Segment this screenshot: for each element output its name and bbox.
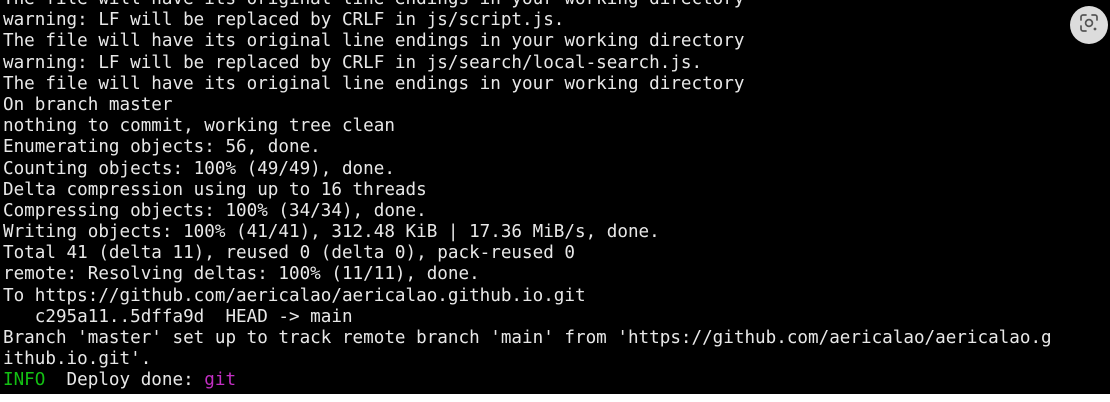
terminal-line: Total 41 (delta 11), reused 0 (delta 0),… bbox=[3, 243, 575, 264]
terminal-line: Compressing objects: 100% (34/34), done. bbox=[3, 200, 427, 221]
terminal-line: Counting objects: 100% (49/49), done. bbox=[3, 158, 395, 179]
terminal-line: warning: LF will be replaced by CRLF in … bbox=[3, 10, 565, 31]
terminal-output: The file will have its original line end… bbox=[3, 0, 1110, 392]
terminal-line: Enumerating objects: 56, done. bbox=[3, 137, 321, 158]
terminal-line: ithub.io.git'. bbox=[3, 349, 152, 370]
terminal-line: Branch 'master' set up to track remote b… bbox=[3, 328, 1052, 348]
log-message: Deploy done: bbox=[45, 370, 205, 391]
google-lens-icon bbox=[1079, 13, 1099, 38]
terminal-line: The file will have its original line end… bbox=[3, 73, 745, 94]
terminal-line: On branch master bbox=[3, 94, 173, 115]
terminal-line: The file will have its original line end… bbox=[3, 0, 1110, 10]
bottom-scrollbar-strip bbox=[0, 394, 1110, 402]
terminal-line: Delta compression using up to 16 threads bbox=[3, 179, 427, 200]
terminal-line: remote: Resolving deltas: 100% (11/11), … bbox=[3, 264, 480, 285]
deploy-target: git bbox=[204, 370, 237, 391]
lens-button[interactable] bbox=[1070, 6, 1108, 44]
terminal-line-info: INFO Deploy done: git bbox=[3, 370, 1110, 391]
terminal-line: nothing to commit, working tree clean bbox=[3, 116, 395, 137]
terminal-line: Writing objects: 100% (41/41), 312.48 Ki… bbox=[3, 222, 660, 243]
terminal-line: c295a11..5dffa9d HEAD -> main bbox=[3, 306, 353, 327]
terminal-line: To https://github.com/aericalao/aericala… bbox=[3, 285, 586, 306]
terminal-window[interactable]: The file will have its original line end… bbox=[0, 0, 1110, 402]
terminal-line: The file will have its original line end… bbox=[3, 31, 745, 52]
log-level-label: INFO bbox=[3, 370, 46, 391]
terminal-line: warning: LF will be replaced by CRLF in … bbox=[3, 52, 703, 73]
